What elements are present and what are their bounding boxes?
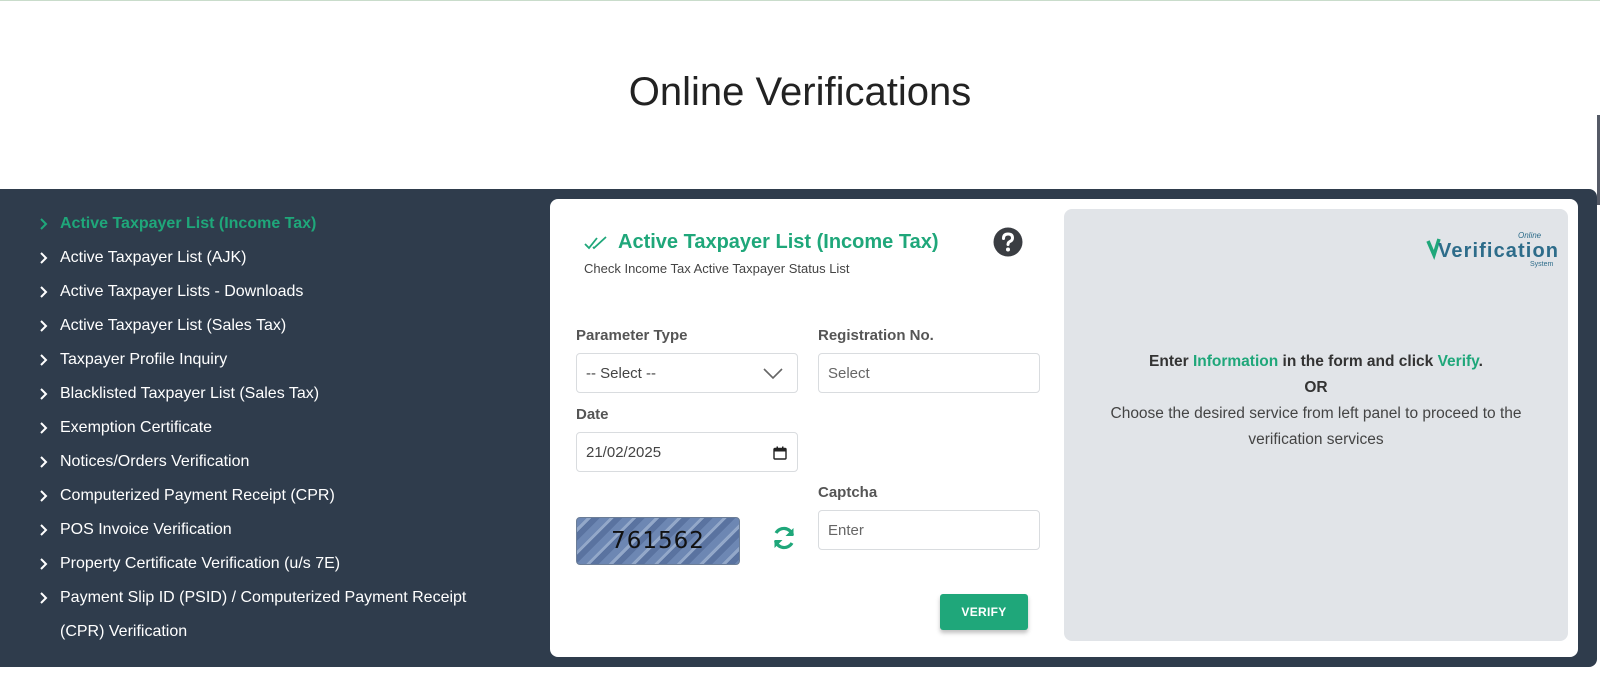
verify-button[interactable]: VERIFY [940, 594, 1028, 630]
sidebar-item-cpr[interactable]: Computerized Payment Receipt (CPR) [38, 479, 538, 513]
date-input[interactable]: 21/02/2025 [576, 432, 798, 472]
double-check-icon [584, 236, 607, 250]
chevron-right-icon [38, 207, 48, 241]
sidebar-item-label: Blacklisted Taxpayer List (Sales Tax) [60, 385, 320, 402]
sidebar-item-label: Active Taxpayer List (Sales Tax) [60, 317, 287, 334]
captcha-code: 761562 [611, 528, 705, 554]
calendar-icon[interactable] [773, 446, 787, 460]
verification-card: Active Taxpayer List (Income Tax) Check … [550, 199, 1578, 657]
chevron-right-icon [38, 343, 48, 377]
page-title: Online Verifications [628, 70, 972, 114]
parameter-type-label: Parameter Type [576, 327, 688, 344]
sidebar-item-property-certificate[interactable]: Property Certificate Verification (u/s 7… [38, 547, 538, 581]
sidebar-item-label: Taxpayer Profile Inquiry [60, 351, 228, 368]
chevron-right-icon [38, 479, 48, 513]
svg-text:System: System [1530, 261, 1554, 268]
sidebar-item-active-taxpayer-income-tax[interactable]: Active Taxpayer List (Income Tax) [38, 207, 538, 241]
sidebar-item-exemption-certificate[interactable]: Exemption Certificate [38, 411, 538, 445]
date-value: 21/02/2025 [586, 443, 662, 461]
sidebar-item-label: Computerized Payment Receipt (CPR) [60, 487, 335, 504]
verification-system-logo: Online Verification System [1426, 231, 1558, 268]
sidebar-nav: Active Taxpayer List (Income Tax) Active… [38, 207, 538, 649]
chevron-right-icon [38, 445, 48, 479]
chevron-right-icon [38, 241, 48, 275]
sidebar-item-blacklisted-taxpayer[interactable]: Blacklisted Taxpayer List (Sales Tax) [38, 377, 538, 411]
captcha-placeholder: Enter [828, 521, 864, 539]
verification-panel: Active Taxpayer List (Income Tax) Active… [0, 189, 1597, 667]
chevron-right-icon [38, 513, 48, 547]
form-subtitle: Check Income Tax Active Taxpayer Status … [584, 261, 850, 276]
sidebar-item-notices-orders[interactable]: Notices/Orders Verification [38, 445, 538, 479]
chevron-right-icon [38, 377, 48, 411]
sidebar-item-label: Active Taxpayer List (Income Tax) [60, 215, 317, 232]
info-line-2: Choose the desired service from left pan… [1110, 405, 1522, 448]
captcha-input[interactable]: Enter [818, 510, 1040, 550]
sidebar-item-active-taxpayer-ajk[interactable]: Active Taxpayer List (AJK) [38, 241, 538, 275]
parameter-type-select[interactable]: -- Select -- [576, 353, 798, 393]
registration-no-placeholder: Select [828, 364, 870, 382]
chevron-down-icon [763, 368, 783, 380]
svg-text:Online: Online [1518, 231, 1542, 240]
chevron-right-icon [38, 275, 48, 309]
date-label: Date [576, 406, 609, 423]
svg-text:Verification: Verification [1438, 240, 1558, 262]
top-divider [0, 0, 1600, 1]
sidebar-item-label: POS Invoice Verification [60, 521, 232, 538]
chevron-right-icon [38, 411, 48, 445]
sidebar-item-label: Active Taxpayer Lists - Downloads [60, 283, 304, 300]
form-title: Active Taxpayer List (Income Tax) [618, 231, 939, 253]
sidebar-item-label: Exemption Certificate [60, 419, 213, 436]
info-pane: Online Verification System Enter Informa… [1064, 209, 1568, 641]
chevron-right-icon [38, 547, 48, 581]
registration-no-label: Registration No. [818, 327, 934, 344]
parameter-type-value: -- Select -- [586, 364, 657, 382]
registration-no-input[interactable]: Select [818, 353, 1040, 393]
info-or: OR [1304, 379, 1328, 396]
refresh-icon[interactable] [771, 525, 797, 551]
chevron-right-icon [38, 309, 48, 343]
captcha-label: Captcha [818, 484, 878, 501]
sidebar-item-label: Active Taxpayer List (AJK) [60, 249, 247, 266]
question-circle-icon[interactable] [993, 227, 1023, 257]
sidebar-item-label: Property Certificate Verification (u/s 7… [60, 555, 341, 572]
info-line-1: Enter Information in the form and click … [1149, 353, 1483, 370]
chevron-right-icon [38, 581, 48, 615]
sidebar-item-label: Notices/Orders Verification [60, 453, 250, 470]
sidebar-item-taxpayer-profile-inquiry[interactable]: Taxpayer Profile Inquiry [38, 343, 538, 377]
sidebar-item-label: Payment Slip ID (PSID) / Computerized Pa… [60, 589, 467, 640]
captcha-image: 761562 [576, 517, 740, 565]
sidebar-item-active-taxpayer-downloads[interactable]: Active Taxpayer Lists - Downloads [38, 275, 538, 309]
sidebar-item-psid-cpr[interactable]: Payment Slip ID (PSID) / Computerized Pa… [38, 581, 538, 649]
info-instructions: Enter Information in the form and click … [1084, 349, 1548, 453]
sidebar-item-active-taxpayer-sales-tax[interactable]: Active Taxpayer List (Sales Tax) [38, 309, 538, 343]
sidebar-item-pos-invoice[interactable]: POS Invoice Verification [38, 513, 538, 547]
